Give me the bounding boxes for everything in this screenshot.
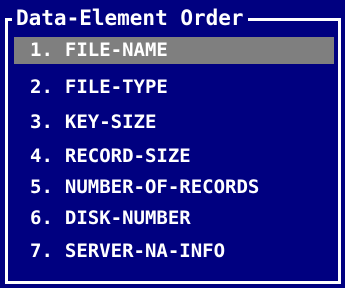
list-item-label: KEY-SIZE [64, 111, 157, 133]
list-item-label: SERVER-NA-INFO [64, 240, 226, 262]
dialog-title: Data-Element Order [12, 4, 248, 32]
list-item-number-of-records[interactable]: 5. NUMBER-OF-RECORDS [14, 174, 334, 201]
list-item-number: 1. [30, 39, 53, 61]
list-item-number: 6. [30, 207, 53, 229]
list-item-label: DISK-NUMBER [64, 207, 191, 229]
list-item-server-na-info[interactable]: 7. SERVER-NA-INFO [14, 238, 334, 265]
list-item-label: NUMBER-OF-RECORDS [64, 176, 260, 198]
list-item-number: 2. [30, 76, 53, 98]
list-item-label: FILE-NAME [64, 39, 168, 61]
list-item-number: 3. [30, 111, 53, 133]
list-item-number: 5. [30, 176, 53, 198]
list-item-record-size[interactable]: 4. RECORD-SIZE [14, 143, 334, 170]
list-item-file-type[interactable]: 2. FILE-TYPE [14, 74, 334, 101]
list-item-key-size[interactable]: 3. KEY-SIZE [14, 109, 334, 136]
list-item-file-name[interactable]: 1. FILE-NAME [14, 37, 334, 64]
dialog-panel: Data-Element Order 1. FILE-NAME 2. FILE-TY… [0, 0, 345, 288]
list-item-label: RECORD-SIZE [64, 145, 191, 167]
list-item-number: 4. [30, 145, 53, 167]
data-element-order-dialog: Data-Element Order 1. FILE-NAME 2. FILE-TY… [0, 0, 360, 291]
list-item-disk-number[interactable]: 6. DISK-NUMBER [14, 205, 334, 232]
list-item-number: 7. [30, 240, 53, 262]
list-item-label: FILE-TYPE [64, 76, 168, 98]
